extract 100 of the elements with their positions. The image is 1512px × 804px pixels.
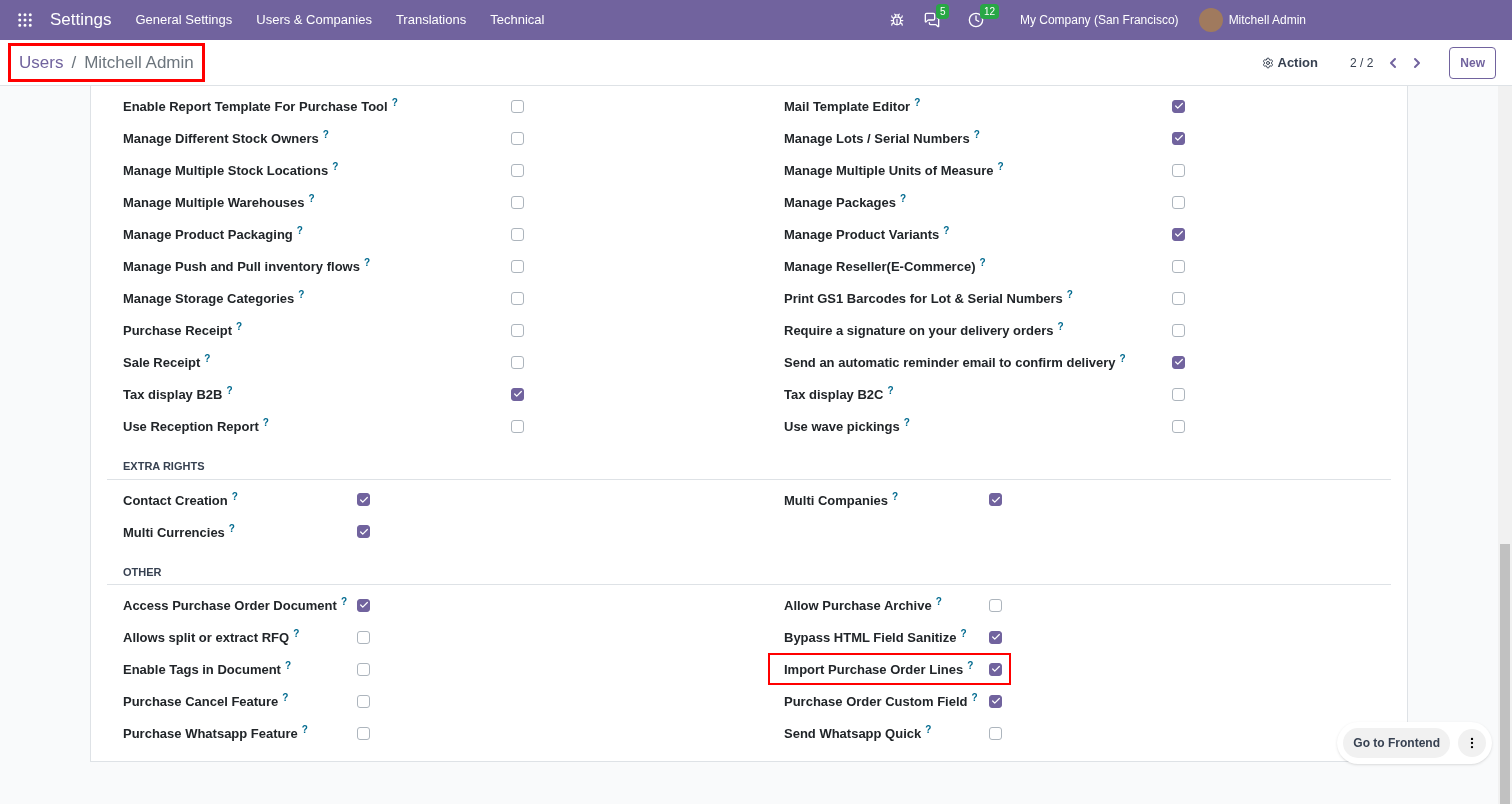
checkbox[interactable] xyxy=(1172,259,1185,273)
checkbox[interactable] xyxy=(1172,131,1185,145)
checkbox[interactable] xyxy=(989,493,1002,506)
checkbox[interactable] xyxy=(511,419,524,433)
clock-icon[interactable] xyxy=(967,12,984,28)
chat-icon[interactable] xyxy=(923,12,940,28)
action-button[interactable]: Action xyxy=(1261,52,1318,73)
checkbox[interactable] xyxy=(511,291,524,305)
checkbox[interactable] xyxy=(357,630,370,644)
help-tooltip-mark[interactable]: ? xyxy=(298,289,305,300)
bug-icon[interactable] xyxy=(889,13,904,27)
menu-item[interactable]: Technical xyxy=(490,10,545,30)
help-tooltip-mark[interactable]: ? xyxy=(971,692,978,703)
help-tooltip-mark[interactable]: ? xyxy=(900,193,907,204)
checkbox[interactable] xyxy=(989,726,1002,740)
checkbox[interactable] xyxy=(511,259,524,273)
help-tooltip-mark[interactable]: ? xyxy=(226,385,233,396)
checkbox[interactable] xyxy=(511,227,524,241)
help-tooltip-mark[interactable]: ? xyxy=(967,660,974,671)
help-tooltip-mark[interactable]: ? xyxy=(943,225,950,236)
help-tooltip-mark[interactable]: ? xyxy=(262,417,269,428)
help-tooltip-mark[interactable]: ? xyxy=(308,193,315,204)
check-icon xyxy=(1173,133,1184,143)
checkbox[interactable] xyxy=(1172,227,1185,241)
help-tooltip-mark[interactable]: ? xyxy=(1057,321,1064,332)
help-tooltip-mark[interactable]: ? xyxy=(1119,353,1126,364)
field-label: Manage Reseller(E-Commerce) $^{?}$ xyxy=(784,259,986,274)
field-label: Purchase Receipt $^{?}$ xyxy=(123,323,243,338)
checkbox[interactable] xyxy=(1172,387,1185,401)
help-tooltip-mark[interactable]: ? xyxy=(228,522,235,534)
checkbox[interactable] xyxy=(357,694,370,708)
help-tooltip-mark[interactable]: ? xyxy=(1066,289,1073,300)
user-name[interactable]: Mitchell Admin xyxy=(1228,11,1306,29)
help-tooltip-mark[interactable]: ? xyxy=(979,257,986,268)
checkbox[interactable] xyxy=(1172,419,1185,433)
new-button[interactable]: New xyxy=(1449,46,1496,79)
checkbox[interactable] xyxy=(511,131,524,145)
menu-item[interactable]: General Settings xyxy=(135,10,233,30)
checkbox[interactable] xyxy=(511,387,524,401)
checkbox[interactable] xyxy=(511,163,524,177)
help-tooltip-mark[interactable]: ? xyxy=(363,257,371,268)
checkbox[interactable] xyxy=(1172,355,1185,369)
checkbox[interactable] xyxy=(357,525,370,538)
menu-item[interactable]: Translations xyxy=(395,10,467,30)
field-label: Allow Purchase Archive $^{?}$ xyxy=(784,598,942,613)
help-tooltip-mark[interactable]: ? xyxy=(332,161,339,172)
more-options-button[interactable] xyxy=(1458,729,1486,757)
help-tooltip-mark[interactable]: ? xyxy=(322,129,329,140)
help-tooltip-mark[interactable]: ? xyxy=(236,321,243,332)
help-tooltip-mark[interactable]: ? xyxy=(973,129,980,140)
checkbox[interactable] xyxy=(989,662,1002,676)
help-tooltip-mark[interactable]: ? xyxy=(284,660,292,671)
help-tooltip-mark[interactable]: ? xyxy=(231,490,238,502)
go-to-frontend-button[interactable]: Go to Frontend xyxy=(1343,728,1450,758)
help-tooltip-mark[interactable]: ? xyxy=(391,97,398,108)
checkbox[interactable] xyxy=(511,195,524,209)
field-label: Purchase Cancel Feature $^{?}$ xyxy=(123,694,289,709)
check-icon xyxy=(358,494,369,505)
help-tooltip-mark[interactable]: ? xyxy=(296,225,303,236)
check-icon xyxy=(358,526,369,537)
help-tooltip-mark[interactable]: ? xyxy=(282,692,289,703)
company-switcher[interactable]: My Company (San Francisco) xyxy=(1019,11,1179,29)
checkbox[interactable] xyxy=(1172,195,1185,209)
help-tooltip-mark[interactable]: ? xyxy=(340,596,347,607)
apps-menu-icon[interactable] xyxy=(16,11,34,29)
help-tooltip-mark[interactable]: ? xyxy=(925,724,932,735)
help-tooltip-mark[interactable]: ? xyxy=(914,97,921,108)
field-label: Enable Tags in Document $^{?}$ xyxy=(123,662,292,677)
checkbox[interactable] xyxy=(357,493,370,506)
help-tooltip-mark[interactable]: ? xyxy=(204,353,211,364)
help-tooltip-mark[interactable]: ? xyxy=(301,724,308,735)
help-tooltip-mark[interactable]: ? xyxy=(935,596,942,607)
help-tooltip-mark[interactable]: ? xyxy=(960,628,967,639)
help-tooltip-mark[interactable]: ? xyxy=(892,490,899,502)
help-tooltip-mark[interactable]: ? xyxy=(293,628,300,639)
avatar[interactable] xyxy=(1198,8,1223,32)
checkbox[interactable] xyxy=(357,662,370,676)
checkbox[interactable] xyxy=(357,598,370,612)
field-label: Require a signature on your delivery orders $^{?}$ xyxy=(784,323,1064,338)
scrollbar-thumb[interactable] xyxy=(1500,544,1510,804)
checkbox[interactable] xyxy=(1172,99,1185,113)
help-tooltip-mark[interactable]: ? xyxy=(887,385,894,396)
breadcrumb-link[interactable]: Users xyxy=(19,49,64,76)
menu-item[interactable]: Users & Companies xyxy=(256,10,372,30)
checkbox[interactable] xyxy=(511,355,524,369)
field-label: Use wave pickings $^{?}$ xyxy=(784,419,910,434)
help-tooltip-mark[interactable]: ? xyxy=(997,161,1004,172)
checkbox[interactable] xyxy=(1172,163,1185,177)
checkbox[interactable] xyxy=(511,99,524,113)
checkbox[interactable] xyxy=(989,694,1002,708)
help-tooltip-mark[interactable]: ? xyxy=(903,417,910,428)
checkbox[interactable] xyxy=(1172,323,1185,337)
checkbox[interactable] xyxy=(1172,291,1185,305)
checkbox[interactable] xyxy=(511,323,524,337)
field-label: Send an automatic reminder email to confirm delivery $^{?}$ xyxy=(784,355,1126,370)
checkbox[interactable] xyxy=(989,630,1002,644)
app-title[interactable]: Settings xyxy=(50,7,112,33)
checkbox[interactable] xyxy=(989,598,1002,612)
field-label: Allows split or extract RFQ $^{?}$ xyxy=(123,630,300,645)
checkbox[interactable] xyxy=(357,726,370,740)
